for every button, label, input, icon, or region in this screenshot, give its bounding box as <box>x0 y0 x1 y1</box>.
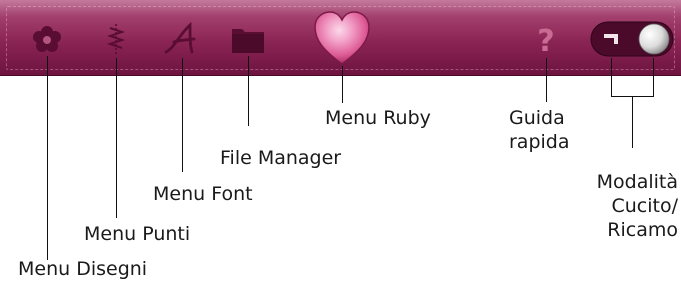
label-modalita-line-3: Ricamo <box>607 219 678 241</box>
label-file-manager: File Manager <box>220 147 342 169</box>
leader-menu-font <box>182 58 183 172</box>
leader-guida-rapida <box>546 58 547 102</box>
top-toolbar: ? <box>0 0 681 76</box>
leader-mode-left <box>611 58 612 96</box>
label-modalita-line-1: Modalità <box>596 171 678 193</box>
guida-rapida-button[interactable]: ? <box>530 20 562 58</box>
label-menu-font: Menu Font <box>153 183 253 205</box>
leader-menu-punti <box>116 58 117 218</box>
menu-punti-button[interactable] <box>102 22 130 56</box>
leader-menu-disegni <box>47 56 48 260</box>
label-guida-rapida: Guida rapida <box>509 106 570 154</box>
label-guida-line-2: rapida <box>509 131 570 153</box>
menu-font-button[interactable] <box>160 20 204 58</box>
label-modalita-line-2: Cucito/ <box>611 195 678 217</box>
folder-icon <box>232 29 264 53</box>
question-mark-icon: ? <box>537 24 554 58</box>
mode-toggle-icon <box>590 21 674 57</box>
leader-menu-ruby <box>342 66 343 103</box>
svg-text:?: ? <box>537 24 554 58</box>
menu-disegni-button[interactable] <box>30 24 64 54</box>
file-manager-button[interactable] <box>230 25 266 55</box>
label-guida-line-1: Guida <box>509 107 565 129</box>
mode-toggle-button[interactable] <box>590 21 674 57</box>
font-icon <box>164 21 196 54</box>
label-menu-punti: Menu Punti <box>84 223 191 245</box>
label-menu-disegni: Menu Disegni <box>18 258 148 280</box>
leader-mode-right <box>653 58 654 96</box>
leader-file-manager <box>248 56 249 126</box>
label-modalita: Modalità Cucito/ Ricamo <box>586 170 678 242</box>
menu-ruby-button[interactable] <box>313 10 371 66</box>
stitch-icon <box>106 24 126 54</box>
heart-icon <box>314 11 370 65</box>
flower-icon <box>33 26 61 52</box>
leader-mode-stem <box>632 96 633 148</box>
label-menu-ruby: Menu Ruby <box>325 107 431 129</box>
